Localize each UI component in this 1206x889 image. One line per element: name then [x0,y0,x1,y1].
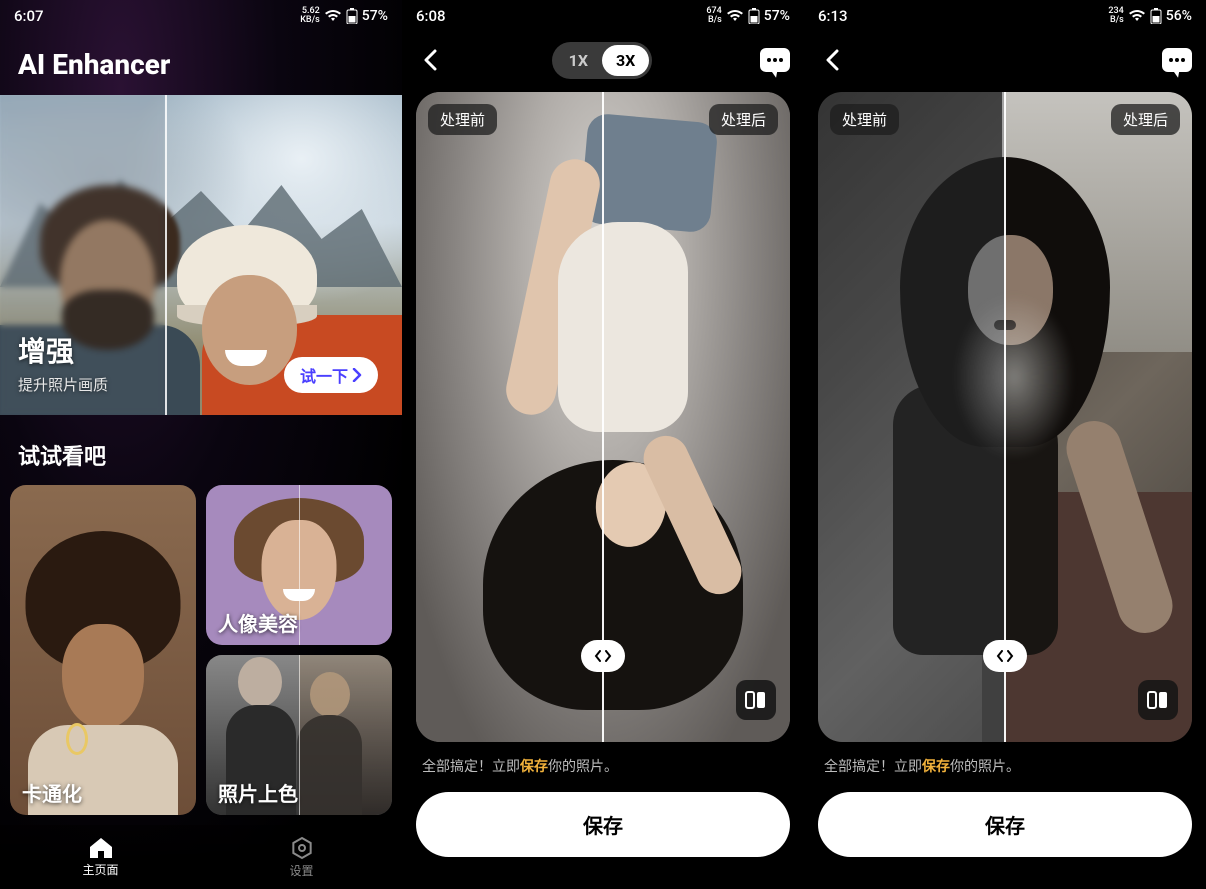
chevron-left-icon [594,650,602,662]
compare-divider-icon [165,95,167,415]
hero-title: 增强 [18,330,108,370]
done-text: 全部搞定！立即保存你的照片。 [804,742,1206,786]
feedback-button[interactable] [760,48,790,72]
side-by-side-icon [745,691,767,709]
nav-home[interactable]: 主页面 [0,825,201,889]
app-title: AI Enhancer [0,32,402,95]
chevron-left-icon [423,49,437,71]
tile-label: 卡通化 [22,778,82,807]
before-tag: 处理前 [428,104,497,135]
chevron-right-icon [1006,650,1014,662]
battery-icon [748,8,760,24]
zoom-1x[interactable]: 1X [555,45,602,76]
wifi-icon [726,9,744,23]
battery-percent: 57% [362,8,388,24]
network-speed: 234 B/s [1108,7,1123,25]
after-tag: 处理后 [1111,104,1180,135]
save-button[interactable]: 保存 [818,792,1192,857]
try-button[interactable]: 试一下 [284,357,378,393]
bottom-nav: 主页面 设置 [0,825,402,889]
hero-enhance-card[interactable]: 增强 提升照片画质 试一下 [0,95,402,415]
hero-subtitle: 提升照片画质 [18,374,108,395]
chevron-left-icon [996,650,1004,662]
status-bar: 6:08 674 B/s 57% [402,0,804,32]
battery-icon [1150,8,1162,24]
tile-portrait-beauty[interactable]: 人像美容 [206,485,392,645]
battery-percent: 56% [1166,8,1192,24]
battery-percent: 57% [764,8,790,24]
nav-settings[interactable]: 设置 [201,825,402,889]
after-tag: 处理后 [709,104,778,135]
tile-cartoonize[interactable]: 卡通化 [10,485,196,815]
wifi-icon [324,9,342,23]
status-time: 6:13 [818,7,848,25]
result-image[interactable]: 处理前 处理后 [818,92,1192,742]
save-button[interactable]: 保存 [416,792,790,857]
compare-handle[interactable] [983,640,1027,672]
wifi-icon [1128,9,1146,23]
section-title: 试试看吧 [0,415,402,485]
status-bar: 6:13 234 B/s 56% [804,0,1206,32]
result-image[interactable]: 处理前 处理后 [416,92,790,742]
status-bar: 6:07 5.62 KB/s 57% [0,0,402,32]
compare-handle[interactable] [581,640,625,672]
chevron-right-icon [352,368,362,382]
side-by-side-button[interactable] [1138,680,1178,720]
back-button[interactable] [416,46,444,74]
side-by-side-button[interactable] [736,680,776,720]
battery-icon [346,8,358,24]
home-icon [89,837,113,859]
network-speed: 5.62 KB/s [300,7,320,25]
screen-result-1: 6:08 674 B/s 57% 1X 3X [402,0,804,889]
tile-label: 照片上色 [218,778,298,807]
back-button[interactable] [818,46,846,74]
tile-colorize[interactable]: 照片上色 [206,655,392,815]
network-speed: 674 B/s [706,7,721,25]
tile-label: 人像美容 [218,608,298,637]
side-by-side-icon [1147,691,1169,709]
gear-icon [290,836,314,860]
screen-home: 6:07 5.62 KB/s 57% AI Enhancer [0,0,402,889]
done-text: 全部搞定！立即保存你的照片。 [402,742,804,786]
chevron-left-icon [825,49,839,71]
before-tag: 处理前 [830,104,899,135]
status-time: 6:07 [14,7,44,25]
zoom-3x[interactable]: 3X [602,45,649,76]
zoom-toggle: 1X 3X [552,42,653,79]
chevron-right-icon [604,650,612,662]
screen-result-2: 6:13 234 B/s 56% [804,0,1206,889]
status-time: 6:08 [416,7,446,25]
feedback-button[interactable] [1162,48,1192,72]
